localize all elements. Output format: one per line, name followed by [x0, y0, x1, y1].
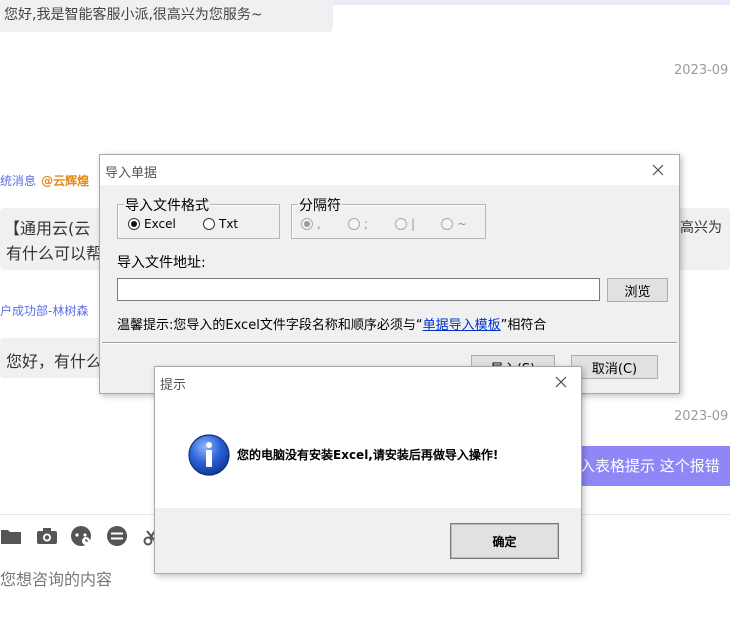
ok-button[interactable]: 确定 — [450, 523, 559, 559]
alert-dialog-title: 提示 — [160, 378, 187, 393]
close-icon[interactable] — [548, 370, 574, 394]
timestamp: 2023-09 — [674, 409, 729, 424]
import-dialog: 导入单据 导入文件格式 Excel Txt 分隔符 , ; | ~ 导入文件地址… — [99, 154, 680, 394]
dialog-separator — [102, 342, 677, 344]
excel-radio[interactable] — [128, 217, 140, 230]
browse-button[interactable]: 浏览 — [607, 278, 668, 302]
separator-group: 分隔符 , ; | ~ — [291, 195, 486, 239]
alert-dialog-titlebar[interactable]: 提示 — [155, 367, 581, 397]
greeting-text: 您好,我是智能客服小派,很高兴为您服务~ — [4, 7, 263, 23]
reply-text: 您好，有什么 — [6, 352, 103, 371]
greeting-bubble: 您好,我是智能客服小派,很高兴为您服务~ — [0, 0, 333, 32]
template-link[interactable]: 单据导入模板 — [423, 318, 501, 333]
message-line-1: 【通用云(云 — [4, 219, 91, 238]
hint-prefix: 温馨提示:您导入的Excel文件字段名称和顺序必须与“ — [117, 318, 423, 333]
timestamp: 2023-09 — [674, 63, 729, 78]
comma-radio[interactable] — [301, 217, 313, 230]
txt-radio[interactable] — [203, 217, 215, 230]
pipe-radio[interactable] — [395, 217, 407, 230]
import-dialog-titlebar[interactable]: 导入单据 — [100, 155, 679, 185]
import-hint: 温馨提示:您导入的Excel文件字段名称和顺序必须与“单据导入模板”相符合 — [117, 314, 546, 333]
tilde-radio-label: ~ — [457, 216, 468, 231]
browse-button-label: 浏览 — [624, 284, 651, 300]
chat-input[interactable]: 您想咨询的内容 — [0, 566, 112, 590]
semicolon-radio[interactable] — [348, 217, 360, 230]
txt-radio-label: Txt — [219, 216, 239, 231]
user-message-text: 入表格提示 这个报错 — [580, 457, 720, 475]
exchange-icon[interactable] — [106, 525, 128, 547]
system-message-label: 统消息 — [0, 174, 37, 188]
message-line-2: 有什么可以帮 — [6, 244, 103, 263]
file-format-legend: 导入文件格式 — [124, 195, 210, 215]
sender-name: 户成功部-林树森 — [0, 304, 89, 318]
support-chat-icon[interactable] — [70, 525, 92, 547]
comma-radio-label: , — [317, 216, 321, 231]
close-icon[interactable] — [645, 158, 671, 182]
cancel-button-label: 取消(C) — [591, 361, 638, 377]
user-message-bubble: 入表格提示 这个报错 — [572, 446, 730, 486]
info-icon — [187, 433, 231, 477]
mention-tag[interactable]: @云辉煌 — [41, 174, 89, 188]
message-line-1-tail: 高兴为 — [680, 220, 722, 236]
cancel-button[interactable]: 取消(C) — [571, 355, 658, 379]
file-format-group: 导入文件格式 Excel Txt — [117, 195, 280, 239]
semicolon-radio-label: ; — [364, 216, 369, 231]
system-message-header: 统消息 @云辉煌 — [0, 170, 89, 189]
ok-button-label: 确定 — [492, 534, 517, 549]
folder-icon[interactable] — [0, 525, 22, 547]
pipe-radio-label: | — [411, 216, 416, 231]
import-dialog-title: 导入单据 — [105, 166, 158, 181]
file-path-input[interactable] — [117, 278, 600, 301]
alert-body: 您的电脑没有安装Excel,请安装后再做导入操作! — [155, 397, 581, 508]
separator-legend: 分隔符 — [298, 195, 342, 215]
excel-radio-label: Excel — [144, 216, 176, 231]
hint-suffix: ”相符合 — [500, 318, 547, 333]
alert-dialog: 提示 您的电脑没有安装Excel,请安装后再做导入操作! 确定 — [154, 366, 582, 574]
tilde-radio[interactable] — [441, 217, 453, 230]
camera-icon[interactable] — [36, 525, 58, 547]
file-path-label: 导入文件地址: — [117, 255, 206, 271]
alert-message: 您的电脑没有安装Excel,请安装后再做导入操作! — [237, 448, 499, 462]
